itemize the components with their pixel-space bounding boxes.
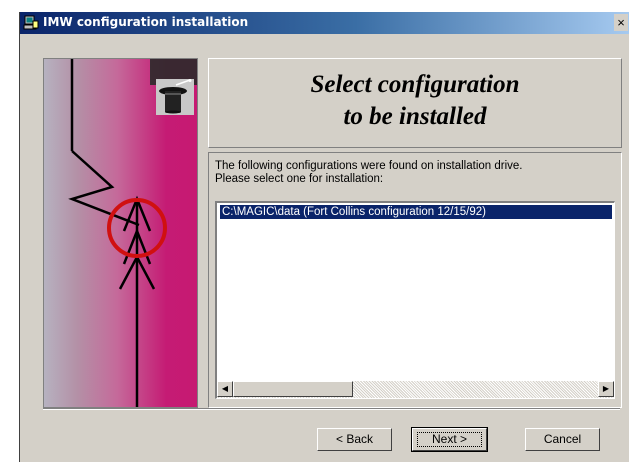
instructions-line-1: The following configurations were found …: [215, 160, 523, 172]
content-panel: The following configurations were found …: [208, 152, 622, 408]
configuration-listbox[interactable]: C:\MAGIC\data (Fort Collins configuratio…: [215, 201, 615, 399]
magic-hat-icon: [156, 79, 194, 115]
next-button[interactable]: Next >: [411, 427, 488, 452]
close-button[interactable]: ×: [614, 14, 628, 31]
cancel-button[interactable]: Cancel: [525, 428, 600, 451]
instructions-line-2: Please select one for installation:: [215, 173, 384, 185]
wizard-illustration: [43, 58, 198, 408]
focus-indicator: [417, 432, 482, 447]
horizontal-scrollbar[interactable]: ◀ ▶: [217, 381, 614, 398]
instructions-text: The following configurations were found …: [215, 160, 523, 186]
scroll-left-button[interactable]: ◀: [217, 381, 233, 397]
window-title: IMW configuration installation: [43, 15, 249, 29]
setup-computer-icon[interactable]: [23, 15, 39, 31]
title-bar[interactable]: IMW configuration installation ×: [20, 12, 629, 34]
list-item[interactable]: C:\MAGIC\data (Fort Collins configuratio…: [220, 205, 612, 219]
button-separator: [43, 408, 620, 410]
page-heading-panel: Select configuration to be installed: [208, 58, 622, 148]
scroll-right-button[interactable]: ▶: [598, 381, 614, 397]
page-heading-line-2: to be installed: [343, 103, 487, 130]
cancel-button-label: Cancel: [543, 432, 582, 446]
page-heading-line-1: Select configuration: [310, 71, 520, 98]
back-button-label: < Back: [335, 432, 374, 446]
setup-window: IMW configuration installation × Select …: [19, 12, 629, 462]
scrollbar-thumb[interactable]: [233, 381, 353, 397]
back-button[interactable]: < Back: [317, 428, 392, 451]
